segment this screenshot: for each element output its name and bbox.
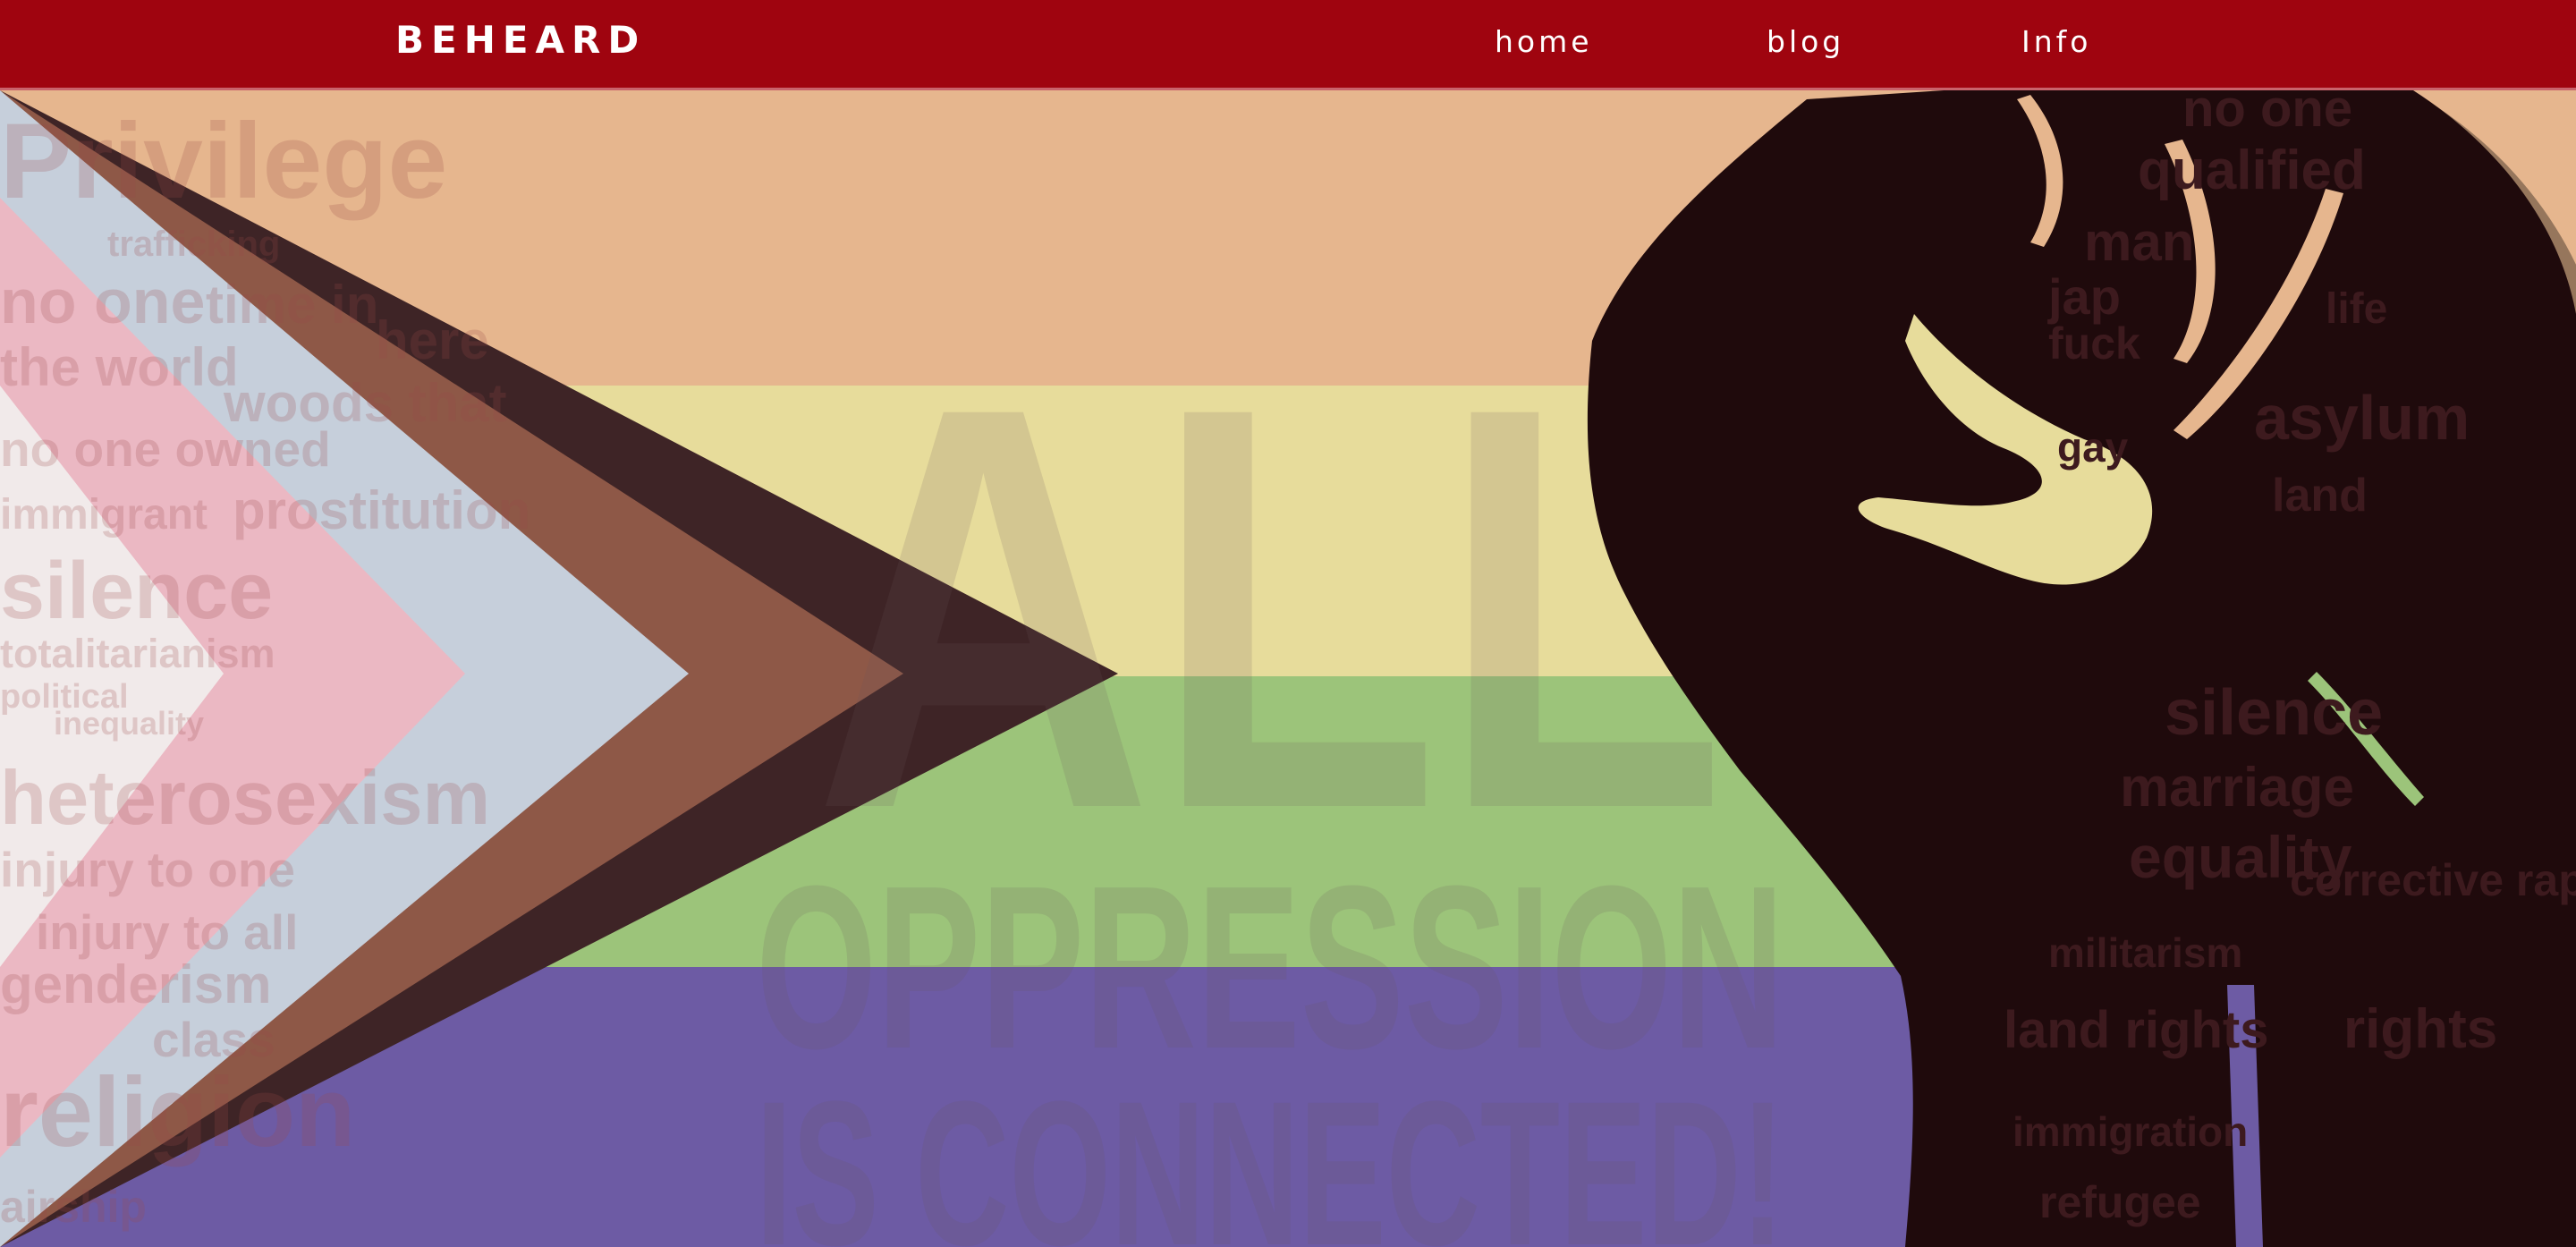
collage-word: heterosexism [0,756,490,841]
collage-word: injury to one [0,842,295,897]
fist-word: jap [2047,268,2121,325]
nav-link-home[interactable]: home [1495,24,1593,59]
collage-word: inequality [54,705,204,742]
nav-link-blog[interactable]: blog [1767,24,1844,59]
fist-word: asylum [2254,383,2470,453]
brand-logo[interactable]: BEHEARD [395,18,646,62]
fist-word: refugee [2039,1177,2201,1227]
collage-word: no one owned [0,421,331,477]
collage-word: no one [0,267,205,336]
collage-word: immigrant [0,491,208,539]
collage-word: religion [0,1057,355,1167]
fist-word: life [2326,285,2387,333]
hero-banner: Privilege trafficking no one time in the… [0,90,2576,1247]
collage-word: injury to all [36,904,298,960]
collage-word: trafficking [107,225,280,264]
fist-word: militarism [2048,929,2242,976]
fist-word: land [2272,470,2368,522]
fist-word: gay [2057,424,2129,471]
nav-link-info[interactable]: Info [2021,24,2091,59]
fist-word: corrective rape [2290,855,2576,905]
collage-word: airship [0,1182,147,1232]
hero-banner-image: Privilege trafficking no one time in the… [0,90,2576,1247]
collage-word: prostitution [233,480,530,540]
fist-word: no one [2182,90,2352,138]
fist-word: silence [2165,677,2383,749]
fist-word: qualified [2138,140,2366,201]
collage-word: time in [206,275,378,335]
collage-word: the world [0,337,239,397]
collage-word: silence [0,547,273,636]
fist-word: rights [2343,998,2497,1060]
collage-word: Privilege [0,101,447,221]
collage-word: totalitarianism [0,631,275,676]
fist-word: immigration [2012,1108,2248,1155]
collage-word: here [376,310,489,370]
top-navbar: BEHEARD home blog Info [0,0,2576,90]
fist-word: land rights [2004,1001,2268,1059]
fist-word: man [2084,212,2194,272]
fist-word: fuck [2048,318,2140,369]
collage-word: genderism [0,954,271,1014]
poster-line-connected: IS CONNECTED! [756,1058,1784,1247]
fist-word: marriage [2120,757,2354,819]
